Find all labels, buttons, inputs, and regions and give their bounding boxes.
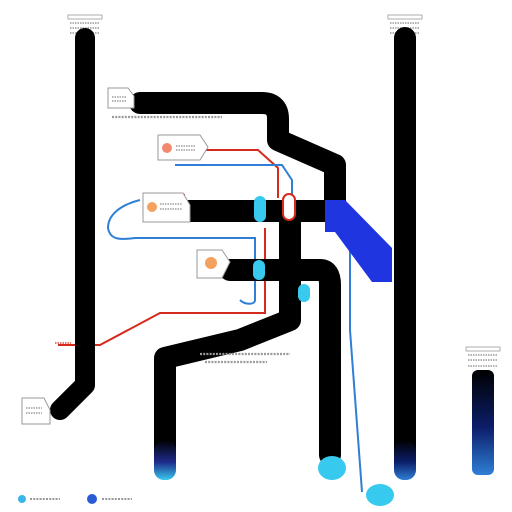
valve-icon <box>282 193 296 221</box>
legend-dot-icon <box>18 495 26 503</box>
pipe-fade <box>394 440 416 480</box>
valve-icon <box>253 260 265 280</box>
label-card-icon <box>21 397 51 425</box>
valve-icon <box>298 284 310 302</box>
pipe-center-run <box>154 200 346 469</box>
legend <box>18 494 132 504</box>
outlet-blob <box>318 456 346 480</box>
pipe-fade <box>154 440 176 480</box>
node-dot-icon <box>162 143 172 153</box>
label-card-icon <box>157 134 209 161</box>
column-cap-icon <box>465 346 501 367</box>
pipe-diagram <box>18 14 501 506</box>
pipe-short-column <box>472 370 494 475</box>
outlet-blob <box>366 484 394 506</box>
valve-icon <box>254 196 266 222</box>
legend-dot-icon <box>87 494 97 504</box>
pipe-left-riser <box>50 28 95 420</box>
label-card-icon <box>142 192 191 223</box>
node-dot-icon <box>147 202 157 212</box>
node-dot-icon <box>205 257 217 269</box>
